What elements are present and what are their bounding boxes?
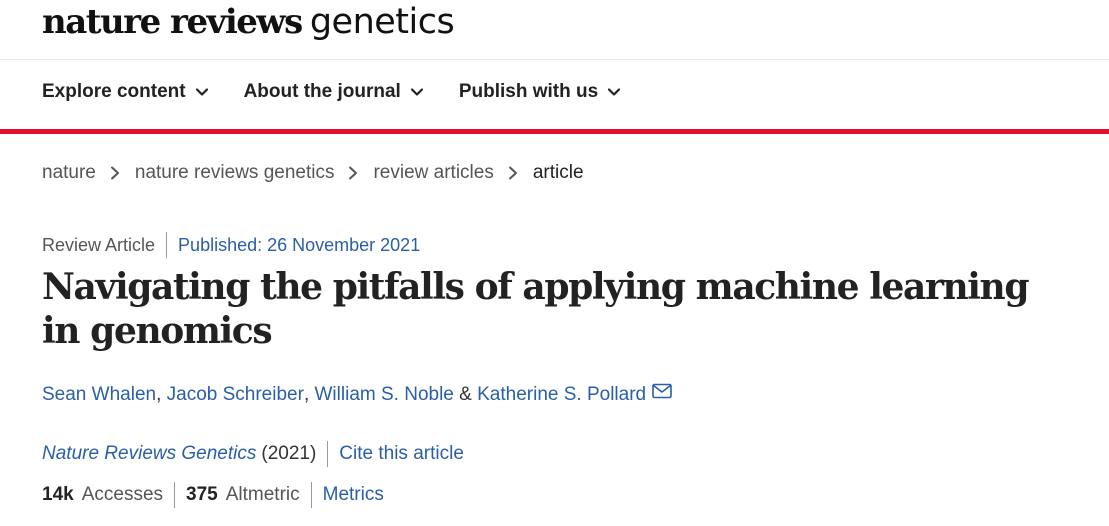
- author-link[interactable]: Sean Whalen: [42, 384, 156, 406]
- breadcrumb: nature nature reviews genetics review ar…: [42, 162, 584, 184]
- chevron-down-icon: [410, 88, 423, 96]
- author-separator: ,: [303, 384, 310, 405]
- divider: [310, 482, 312, 508]
- divider: [166, 232, 168, 258]
- nav-publish-with-us[interactable]: Publish with us: [459, 81, 622, 103]
- publication-year: (2021): [261, 443, 317, 464]
- journal-logo[interactable]: nature reviews genetics: [42, 2, 455, 50]
- author-link[interactable]: Katherine S. Pollard: [477, 384, 646, 406]
- article-title: Navigating the pitfalls of applying mach…: [42, 266, 1030, 352]
- chevron-down-icon: [608, 88, 621, 96]
- citation-line: Nature Reviews Genetics (2021) Cite this…: [42, 441, 464, 467]
- metrics-link[interactable]: Metrics: [323, 484, 384, 506]
- breadcrumb-nature[interactable]: nature: [42, 162, 96, 184]
- divider: [327, 441, 329, 467]
- nav-explore-content[interactable]: Explore content: [42, 81, 210, 103]
- header-divider: [0, 59, 1109, 60]
- nav-item-label: About the journal: [243, 81, 401, 102]
- accesses-count: 14k: [42, 484, 74, 505]
- altmetric-label: Altmetric: [225, 484, 300, 505]
- nav-about-journal[interactable]: About the journal: [244, 81, 425, 103]
- cite-article-link[interactable]: Cite this article: [339, 443, 464, 465]
- author-link[interactable]: William S. Noble: [315, 384, 454, 406]
- author-link[interactable]: Jacob Schreiber: [167, 384, 304, 406]
- breadcrumb-review-articles[interactable]: review articles: [373, 162, 493, 184]
- article-meta: Review Article Published: 26 November 20…: [42, 232, 420, 258]
- logo-text-light: genetics: [309, 2, 455, 42]
- nav-item-label: Publish with us: [458, 81, 599, 102]
- published-date: Published: 26 November 2021: [178, 234, 421, 255]
- chevron-right-icon: [349, 166, 358, 180]
- altmetric-score: 375: [186, 484, 218, 505]
- author-separator: ,: [156, 384, 162, 405]
- mail-icon[interactable]: [652, 383, 672, 399]
- breadcrumb-current: article: [532, 162, 584, 183]
- author-list: Sean Whalen, Jacob Schreiber, William S.…: [42, 383, 672, 406]
- divider: [174, 482, 176, 508]
- logo-text-bold: nature reviews: [42, 2, 303, 42]
- journal-link[interactable]: Nature Reviews Genetics: [42, 443, 256, 465]
- article-type: Review Article: [42, 234, 156, 255]
- chevron-down-icon: [195, 88, 208, 96]
- main-nav: Explore content About the journal Publis…: [42, 81, 656, 103]
- chevron-right-icon: [110, 166, 119, 180]
- nav-item-label: Explore content: [42, 81, 186, 102]
- metrics-line: 14k Accesses 375 Altmetric Metrics: [42, 482, 384, 508]
- chevron-right-icon: [508, 166, 517, 180]
- nav-accent-bar: [0, 129, 1109, 134]
- breadcrumb-journal[interactable]: nature reviews genetics: [135, 162, 335, 184]
- author-ampersand: &: [459, 384, 472, 405]
- accesses-label: Accesses: [81, 484, 164, 505]
